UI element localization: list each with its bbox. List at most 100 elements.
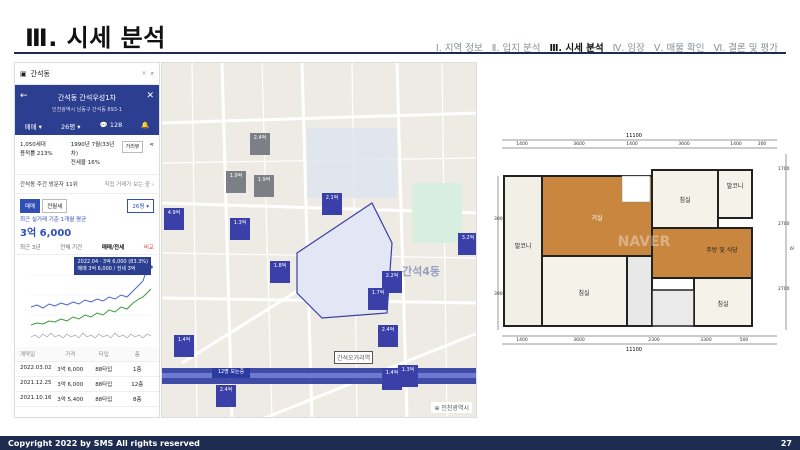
search-input[interactable]: 간석동 (31, 69, 138, 79)
room-kitchen: 주방 및 식당 (706, 246, 738, 254)
table-cell: 88타입 (95, 397, 113, 403)
price-marker[interactable]: 1.4억 (174, 335, 194, 357)
table-header-cell: 층 (134, 352, 140, 358)
table-header-cell: 타입 (98, 352, 109, 358)
distance-view-button[interactable]: 거리뷰 (121, 141, 144, 153)
subtab-compare[interactable]: 비교 (144, 243, 154, 251)
floor-plan-svg: 11100 11100 1400 3600 1400 3600 1400 300… (494, 133, 800, 353)
nav-item[interactable]: Ⅲ. 시세 분석 (549, 40, 603, 54)
realestate-app-panel: ▣ 간석동 ✕ ⌕ ← ✕ 간석동 간석우성1차 인천광역시 남동구 간석동 8… (14, 62, 160, 418)
share-icon[interactable]: ⋖ (149, 141, 154, 168)
subtab-all[interactable]: 전체 기간 (60, 243, 82, 251)
svg-text:2300: 2300 (648, 337, 660, 343)
svg-text:3600: 3600 (573, 337, 585, 343)
apt-header: ← ✕ 간석동 간석우성1차 인천광역시 남동구 간석동 893-1 매매 ▾ … (15, 85, 159, 135)
price-marker[interactable]: 4.9억 (164, 208, 184, 230)
svg-text:1400: 1400 (626, 141, 638, 147)
lease-ratio: 전세율 16% (70, 160, 100, 166)
svg-text:3600: 3600 (678, 141, 690, 147)
table-cell: 2022.03.02 (20, 365, 52, 371)
period-tabs: 최근 3년 전체 기간 매매/전세 비교 (15, 240, 159, 255)
room-balcony-right: 발코니 (727, 182, 744, 190)
search-icon[interactable]: ⌕ (151, 70, 154, 78)
svg-text:500: 500 (740, 337, 749, 343)
station-label[interactable]: 간석오거리역 (334, 351, 374, 364)
map-view[interactable]: 간석4동 간석오거리역 1.4억 2.4억 1.9억 1.9억 4.9억 1.3억 1.8억… (161, 62, 477, 418)
apt-info: 1,050세대 용적률 213% 1990년 7월(33년차) 전세율 16% … (15, 135, 159, 175)
tab-lease[interactable]: 전월세 (42, 199, 68, 213)
room-bed-1: 침실 (679, 196, 690, 204)
rank-text: 간석동 주간 방문자 11위 (20, 182, 78, 188)
apt-address: 인천광역시 남동구 간석동 893-1 (52, 107, 122, 113)
price-marker[interactable]: 1.8억 (270, 261, 290, 283)
svg-text:1700: 1700 (778, 166, 790, 172)
room-bed-3: 침실 (717, 300, 728, 308)
footer: Copyright 2022 by SMS All rights reserve… (0, 436, 800, 450)
deal-tabs: 매매 전월세 26평 ▾ (15, 194, 159, 215)
table-cell: 8층 (132, 397, 142, 403)
table-row[interactable]: 2021.10.16 3억 5,400 88타입 8층 (15, 392, 159, 407)
deal-type-select[interactable]: 매매 ▾ (25, 121, 42, 131)
search-bar[interactable]: ▣ 간석동 ✕ ⌕ (15, 63, 159, 85)
table-row[interactable]: 2021.12.25 3억 6,000 88타입 12층 (15, 377, 159, 392)
price-marker[interactable]: 2.4억 (250, 133, 270, 155)
price-value: 3억 6,000 (20, 228, 72, 239)
table-cell: 2021.12.25 (20, 380, 52, 386)
table-cell: 12층 (131, 382, 144, 388)
households: 1,050세대 (20, 142, 46, 148)
dim-total-top: 11100 (626, 133, 642, 139)
table-header-cell: 계약일 (20, 352, 36, 358)
price-marker[interactable]: 1.9억 (226, 171, 246, 193)
section-nav: Ⅰ. 지역 정보 Ⅱ. 입지 분석 Ⅲ. 시세 분석 Ⅳ. 임장 Ⅴ. 매물 확인 Ⅵ. … (436, 40, 778, 54)
price-marker[interactable]: 12명 보는중 (212, 368, 250, 378)
trade-table: 계약일 가격 타입 층 2022.03.02 3억 6,000 88타입 1층 2021.12… (15, 347, 159, 407)
subtab-sale-lease[interactable]: 매매/전세 (102, 243, 124, 251)
area-label: 간석4동 (402, 265, 441, 278)
room-bed-2: 침실 (578, 289, 589, 297)
nav-item[interactable]: Ⅰ. 지역 정보 (436, 40, 483, 54)
dim-total-bottom: 11100 (626, 347, 642, 352)
table-cell: 3억 6,000 (57, 367, 84, 373)
table-cell: 2021.10.16 (20, 395, 52, 401)
floor-plan: 11100 11100 1400 3600 1400 3600 1400 300… (494, 130, 800, 353)
price-marker[interactable]: 2.1억 (322, 193, 342, 215)
plan-watermark: NAVER (618, 234, 671, 250)
svg-text:1400: 1400 (516, 337, 528, 343)
price-marker[interactable]: 2.4억 (378, 325, 398, 347)
price-marker[interactable]: 1.3억 (230, 218, 250, 240)
svg-text:1400: 1400 (730, 141, 742, 147)
nav-item[interactable]: Ⅱ. 입지 분석 (492, 40, 541, 54)
price-marker[interactable]: 2.4억 (216, 385, 236, 407)
svg-text:3300: 3300 (700, 337, 712, 343)
floor-ratio: 용적률 213% (20, 151, 53, 157)
built-year: 1990년 7월(33년차) (70, 142, 115, 157)
table-header-cell: 가격 (65, 352, 76, 358)
comment-button[interactable]: 💬 128 (100, 121, 123, 131)
apt-name: 간석동 간석우성1차 (57, 94, 117, 102)
table-row[interactable]: 2022.03.02 3억 6,000 88타입 1층 (15, 362, 159, 377)
table-header: 계약일 가격 타입 층 (15, 347, 159, 362)
tab-sale[interactable]: 매매 (20, 199, 41, 213)
price-marker[interactable]: 1.7억 (368, 288, 388, 310)
svg-text:300: 300 (758, 141, 767, 147)
table-cell: 3억 5,400 (57, 397, 84, 403)
nav-item[interactable]: Ⅵ. 결론 및 평가 (713, 40, 778, 54)
map-base (162, 63, 476, 417)
clear-icon[interactable]: ✕ (142, 70, 147, 77)
page-number: 27 (780, 438, 792, 448)
subtab-3y[interactable]: 최근 3년 (20, 243, 40, 251)
room-balcony-left: 발코니 (515, 242, 532, 250)
rank-link[interactable]: 직접 거래가 보는 중 › (104, 180, 154, 188)
price-marker[interactable]: 1.3억 (398, 365, 418, 387)
table-cell: 88타입 (95, 382, 113, 388)
nav-item[interactable]: Ⅳ. 임장 (613, 40, 645, 54)
price-marker[interactable]: 1.9억 (254, 175, 274, 197)
size-select[interactable]: 26평 ▾ (61, 121, 81, 131)
size-dropdown[interactable]: 26평 ▾ (127, 199, 154, 213)
map-location-icon[interactable]: ⊕ 인천광역시 (431, 402, 472, 413)
nav-item[interactable]: Ⅴ. 매물 확인 (654, 40, 705, 54)
volume-line (30, 332, 152, 339)
slide-title: Ⅲ. 시세 분석 (25, 24, 166, 52)
bell-icon[interactable]: 🔔 (141, 121, 149, 131)
price-marker[interactable]: 3.2억 (458, 233, 476, 255)
